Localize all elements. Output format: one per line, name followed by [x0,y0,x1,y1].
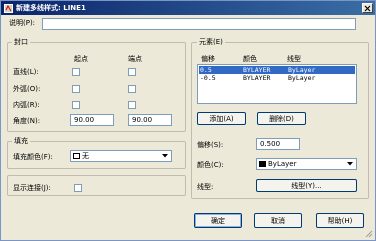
fill-color-value: 无 [82,152,89,160]
inner-arc-label: 内弧(R): [13,101,40,109]
element-color-label: 颜色(C): [197,161,224,169]
chevron-down-icon [345,160,355,168]
line-cap-label: 直线(L): [13,68,39,76]
line-cap-start-checkbox[interactable] [72,68,80,76]
elements-list-row[interactable]: -0.5 BYLAYER ByLayer [199,74,355,82]
element-color-value: ByLayer [268,160,297,168]
add-element-button[interactable]: 添加(A) [197,112,246,125]
angle-label: 角度(N): [13,117,41,125]
description-input[interactable] [42,18,356,30]
caps-start-column-header: 起点 [74,55,88,63]
close-button[interactable] [362,3,373,13]
elements-column-offset: 偏移 [201,55,215,63]
element-color-swatch [259,161,266,167]
chevron-down-icon [160,152,170,160]
angle-end-input[interactable]: 90.00 [128,114,172,126]
inner-arc-end-checkbox[interactable] [128,101,136,109]
cancel-button[interactable]: 取消 [254,213,302,228]
caps-end-column-header: 端点 [128,55,142,63]
element-linetype: ByLayer [288,66,316,74]
show-joints-label: 显示连接(J): [13,184,51,192]
element-linetype: ByLayer [288,74,316,82]
elements-column-linetype: 线型 [287,55,301,63]
outer-arc-label: 外弧(O): [13,85,41,93]
title-bar[interactable]: 新建多线样式: LINE1 [1,1,375,15]
new-multiline-style-dialog: 新建多线样式: LINE1 说明(P): 封口 起点 端点 直线(L): 外弧(… [0,0,376,241]
fill-color-label: 填充颜色(F): [13,153,53,161]
fill-group-title: 填充 [12,137,30,145]
offset-input[interactable]: 0.500 [256,138,300,150]
ok-button[interactable]: 确定 [194,213,242,228]
elements-list-row[interactable]: 0.5 BYLAYER ByLayer [199,66,355,74]
element-offset: -0.5 [200,74,216,82]
resize-grip-icon[interactable] [365,230,373,238]
description-label: 说明(P): [9,19,36,27]
element-color-dropdown[interactable]: ByLayer [256,158,357,170]
inner-arc-start-checkbox[interactable] [72,101,80,109]
elements-list[interactable]: 0.5 BYLAYER ByLayer -0.5 BYLAYER ByLayer [197,64,357,104]
element-color: BYLAYER [243,74,271,82]
fill-color-dropdown[interactable]: 无 [70,150,172,162]
angle-start-input[interactable]: 90.00 [70,114,114,126]
elements-column-color: 颜色 [243,55,257,63]
help-button[interactable]: 帮助(H) [316,213,364,228]
element-color: BYLAYER [243,66,271,74]
elements-group-title: 元素(E) [197,38,225,46]
element-offset: 0.5 [200,66,212,74]
caps-group-title: 封口 [12,38,30,46]
show-joints-checkbox[interactable] [74,184,82,192]
outer-arc-start-checkbox[interactable] [72,85,80,93]
window-title: 新建多线样式: LINE1 [16,4,86,12]
linetype-button[interactable]: 线型(Y)... [256,179,357,192]
offset-label: 偏移(S): [197,141,224,149]
fill-color-swatch [73,153,80,159]
close-icon [364,5,371,11]
line-cap-end-checkbox[interactable] [128,68,136,76]
app-icon [4,3,13,13]
outer-arc-end-checkbox[interactable] [128,85,136,93]
linetype-label: 线型: [197,183,214,191]
delete-element-button[interactable]: 删除(D) [257,112,306,125]
